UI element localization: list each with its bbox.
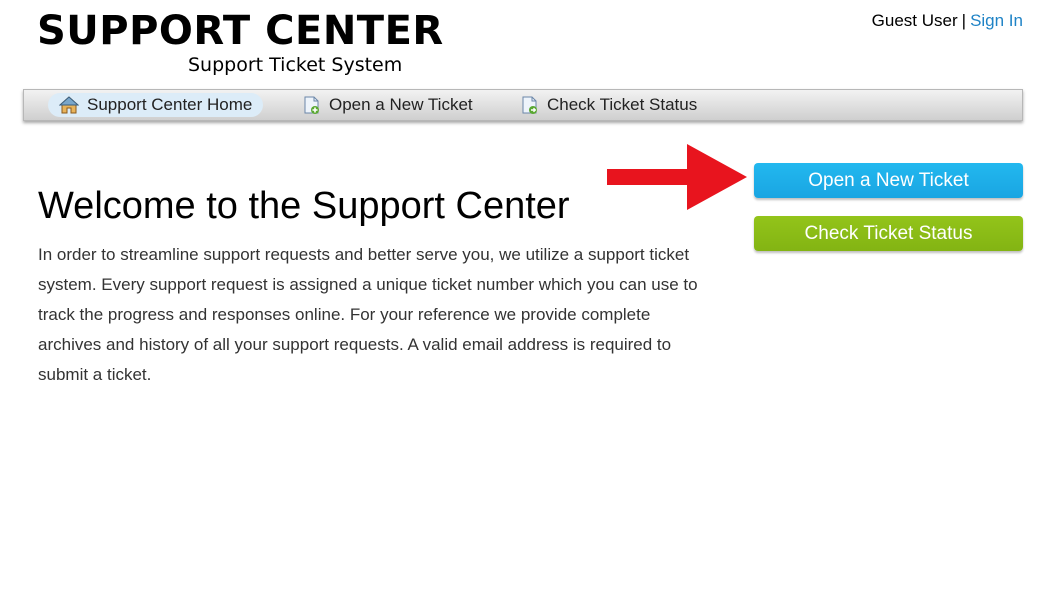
ticket-status-icon (519, 95, 539, 115)
guest-user-label: Guest User (871, 11, 958, 30)
user-links: Guest User | Sign In (872, 11, 1023, 31)
separator: | (961, 11, 967, 30)
sign-in-link[interactable]: Sign In (970, 11, 1023, 30)
nav-item-open-ticket[interactable]: Open a New Ticket (290, 93, 484, 117)
logo-title: SUPPORT CENTER (37, 8, 444, 54)
nav-item-label: Check Ticket Status (547, 95, 698, 114)
home-icon (58, 95, 80, 115)
nav-item-check-status[interactable]: Check Ticket Status (508, 93, 708, 117)
page: SUPPORT CENTER Support Ticket System Gue… (0, 0, 1047, 608)
new-ticket-icon (301, 95, 321, 115)
logo[interactable]: SUPPORT CENTER Support Ticket System (37, 8, 443, 76)
nav-item-label: Support Center Home (87, 95, 253, 114)
annotation-arrow-icon (607, 144, 747, 210)
logo-subtitle: Support Ticket System (188, 54, 403, 76)
nav-item-home[interactable]: Support Center Home (48, 93, 264, 117)
intro-text: In order to streamline support requests … (38, 245, 698, 384)
nav-item-label: Open a New Ticket (329, 95, 473, 114)
nav-bar: Support Center Home Open a New Ticket Ch… (23, 89, 1023, 121)
page-title: Welcome to the Support Center (38, 185, 570, 227)
open-ticket-button[interactable]: Open a New Ticket (754, 163, 1023, 198)
check-status-button[interactable]: Check Ticket Status (754, 216, 1023, 251)
